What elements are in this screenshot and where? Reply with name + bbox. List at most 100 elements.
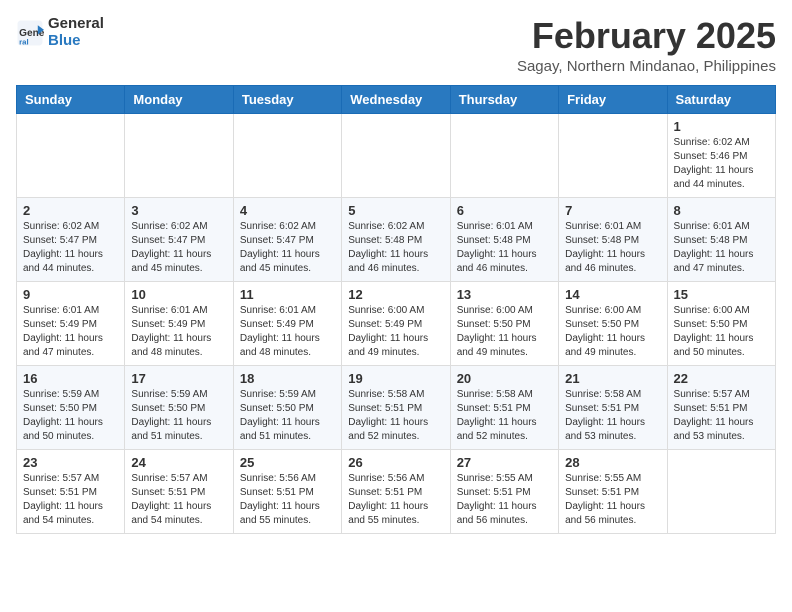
day-info: Sunrise: 6:01 AM Sunset: 5:48 PM Dayligh…: [674, 220, 769, 276]
calendar-cell: 4 Sunrise: 6:02 AM Sunset: 5:47 PM Daylig…: [233, 197, 341, 281]
weekday-header-wednesday: Wednesday: [342, 85, 450, 113]
day-number: 23: [23, 455, 118, 470]
day-info: Sunrise: 5:56 AM Sunset: 5:51 PM Dayligh…: [240, 472, 335, 528]
calendar-cell: 28 Sunrise: 5:55 AM Sunset: 5:51 PM Dayli…: [559, 449, 667, 533]
day-number: 25: [240, 455, 335, 470]
calendar-cell: 22Sunrise: 5:57 AM Sunset: 5:51 PM Dayli…: [667, 365, 775, 449]
day-info: Sunrise: 6:02 AM Sunset: 5:47 PM Dayligh…: [131, 220, 226, 276]
day-info: Sunrise: 6:01 AM Sunset: 5:49 PM Dayligh…: [240, 304, 335, 360]
calendar-cell: 1 Sunrise: 6:02 AM Sunset: 5:46 PM Daylig…: [667, 113, 775, 197]
calendar-cell: 17Sunrise: 5:59 AM Sunset: 5:50 PM Dayli…: [125, 365, 233, 449]
day-number: 18: [240, 371, 335, 386]
day-info: Sunrise: 5:59 AM Sunset: 5:50 PM Dayligh…: [240, 388, 335, 444]
logo-icon: Gene ral: [16, 19, 44, 47]
calendar-cell: [667, 449, 775, 533]
day-info: Sunrise: 6:00 AM Sunset: 5:50 PM Dayligh…: [565, 304, 660, 360]
day-number: 2: [23, 203, 118, 218]
day-number: 28: [565, 455, 660, 470]
day-number: 13: [457, 287, 552, 302]
week-row-2: 2 Sunrise: 6:02 AM Sunset: 5:47 PM Daylig…: [17, 197, 776, 281]
day-info: Sunrise: 6:00 AM Sunset: 5:49 PM Dayligh…: [348, 304, 443, 360]
day-number: 10: [131, 287, 226, 302]
day-info: Sunrise: 5:55 AM Sunset: 5:51 PM Dayligh…: [565, 472, 660, 528]
week-row-1: 1 Sunrise: 6:02 AM Sunset: 5:46 PM Daylig…: [17, 113, 776, 197]
day-number: 7: [565, 203, 660, 218]
calendar-cell: 18 Sunrise: 5:59 AM Sunset: 5:50 PM Dayli…: [233, 365, 341, 449]
calendar-cell: [233, 113, 341, 197]
calendar-cell: 15 Sunrise: 6:00 AM Sunset: 5:50 PM Dayli…: [667, 281, 775, 365]
day-info: Sunrise: 6:02 AM Sunset: 5:47 PM Dayligh…: [23, 220, 118, 276]
page-header: Gene ral General Blue February 2025 Saga…: [16, 16, 776, 75]
day-number: 5: [348, 203, 443, 218]
day-info: Sunrise: 6:01 AM Sunset: 5:49 PM Dayligh…: [131, 304, 226, 360]
day-info: Sunrise: 5:59 AM Sunset: 5:50 PM Dayligh…: [23, 388, 118, 444]
calendar-cell: 6Sunrise: 6:01 AM Sunset: 5:48 PM Daylig…: [450, 197, 558, 281]
logo-line2: Blue: [48, 33, 104, 50]
month-year: February 2025: [517, 16, 776, 56]
calendar-cell: 23 Sunrise: 5:57 AM Sunset: 5:51 PM Dayli…: [17, 449, 125, 533]
day-number: 26: [348, 455, 443, 470]
day-info: Sunrise: 6:01 AM Sunset: 5:48 PM Dayligh…: [565, 220, 660, 276]
day-number: 17: [131, 371, 226, 386]
day-number: 21: [565, 371, 660, 386]
day-info: Sunrise: 5:58 AM Sunset: 5:51 PM Dayligh…: [457, 388, 552, 444]
title-block: February 2025 Sagay, Northern Mindanao, …: [517, 16, 776, 75]
day-info: Sunrise: 5:55 AM Sunset: 5:51 PM Dayligh…: [457, 472, 552, 528]
day-number: 3: [131, 203, 226, 218]
day-number: 6: [457, 203, 552, 218]
day-info: Sunrise: 5:57 AM Sunset: 5:51 PM Dayligh…: [674, 388, 769, 444]
calendar-cell: 2 Sunrise: 6:02 AM Sunset: 5:47 PM Daylig…: [17, 197, 125, 281]
weekday-header-sunday: Sunday: [17, 85, 125, 113]
calendar-cell: 14 Sunrise: 6:00 AM Sunset: 5:50 PM Dayli…: [559, 281, 667, 365]
logo: Gene ral General Blue: [16, 16, 104, 49]
calendar-cell: 26 Sunrise: 5:56 AM Sunset: 5:51 PM Dayli…: [342, 449, 450, 533]
calendar-cell: 5Sunrise: 6:02 AM Sunset: 5:48 PM Daylig…: [342, 197, 450, 281]
calendar-cell: 20 Sunrise: 5:58 AM Sunset: 5:51 PM Dayli…: [450, 365, 558, 449]
week-row-3: 9 Sunrise: 6:01 AM Sunset: 5:49 PM Daylig…: [17, 281, 776, 365]
location: Sagay, Northern Mindanao, Philippines: [517, 58, 776, 75]
day-number: 9: [23, 287, 118, 302]
day-info: Sunrise: 5:58 AM Sunset: 5:51 PM Dayligh…: [348, 388, 443, 444]
day-number: 1: [674, 119, 769, 134]
day-number: 4: [240, 203, 335, 218]
day-info: Sunrise: 5:56 AM Sunset: 5:51 PM Dayligh…: [348, 472, 443, 528]
weekday-header-saturday: Saturday: [667, 85, 775, 113]
day-info: Sunrise: 6:01 AM Sunset: 5:49 PM Dayligh…: [23, 304, 118, 360]
day-number: 24: [131, 455, 226, 470]
calendar-cell: [450, 113, 558, 197]
weekday-header-friday: Friday: [559, 85, 667, 113]
weekday-header-tuesday: Tuesday: [233, 85, 341, 113]
day-number: 12: [348, 287, 443, 302]
day-info: Sunrise: 6:02 AM Sunset: 5:47 PM Dayligh…: [240, 220, 335, 276]
calendar-cell: [559, 113, 667, 197]
day-info: Sunrise: 5:58 AM Sunset: 5:51 PM Dayligh…: [565, 388, 660, 444]
calendar-cell: 19 Sunrise: 5:58 AM Sunset: 5:51 PM Dayli…: [342, 365, 450, 449]
calendar-cell: 27Sunrise: 5:55 AM Sunset: 5:51 PM Dayli…: [450, 449, 558, 533]
calendar-cell: 16 Sunrise: 5:59 AM Sunset: 5:50 PM Dayli…: [17, 365, 125, 449]
calendar-cell: 7 Sunrise: 6:01 AM Sunset: 5:48 PM Daylig…: [559, 197, 667, 281]
weekday-header-row: SundayMondayTuesdayWednesdayThursdayFrid…: [17, 85, 776, 113]
weekday-header-monday: Monday: [125, 85, 233, 113]
day-info: Sunrise: 5:57 AM Sunset: 5:51 PM Dayligh…: [23, 472, 118, 528]
day-info: Sunrise: 6:02 AM Sunset: 5:46 PM Dayligh…: [674, 136, 769, 192]
calendar-cell: 3 Sunrise: 6:02 AM Sunset: 5:47 PM Daylig…: [125, 197, 233, 281]
calendar-cell: 25 Sunrise: 5:56 AM Sunset: 5:51 PM Dayli…: [233, 449, 341, 533]
calendar-cell: 10 Sunrise: 6:01 AM Sunset: 5:49 PM Dayli…: [125, 281, 233, 365]
day-number: 14: [565, 287, 660, 302]
day-number: 11: [240, 287, 335, 302]
day-number: 16: [23, 371, 118, 386]
week-row-4: 16 Sunrise: 5:59 AM Sunset: 5:50 PM Dayli…: [17, 365, 776, 449]
calendar-cell: 24Sunrise: 5:57 AM Sunset: 5:51 PM Dayli…: [125, 449, 233, 533]
calendar-cell: [125, 113, 233, 197]
weekday-header-thursday: Thursday: [450, 85, 558, 113]
logo-line1: General: [48, 16, 104, 33]
day-number: 8: [674, 203, 769, 218]
day-info: Sunrise: 6:00 AM Sunset: 5:50 PM Dayligh…: [674, 304, 769, 360]
day-number: 20: [457, 371, 552, 386]
day-number: 15: [674, 287, 769, 302]
calendar-cell: 8 Sunrise: 6:01 AM Sunset: 5:48 PM Daylig…: [667, 197, 775, 281]
day-number: 19: [348, 371, 443, 386]
calendar-cell: 9 Sunrise: 6:01 AM Sunset: 5:49 PM Daylig…: [17, 281, 125, 365]
calendar-cell: 11 Sunrise: 6:01 AM Sunset: 5:49 PM Dayli…: [233, 281, 341, 365]
week-row-5: 23 Sunrise: 5:57 AM Sunset: 5:51 PM Dayli…: [17, 449, 776, 533]
